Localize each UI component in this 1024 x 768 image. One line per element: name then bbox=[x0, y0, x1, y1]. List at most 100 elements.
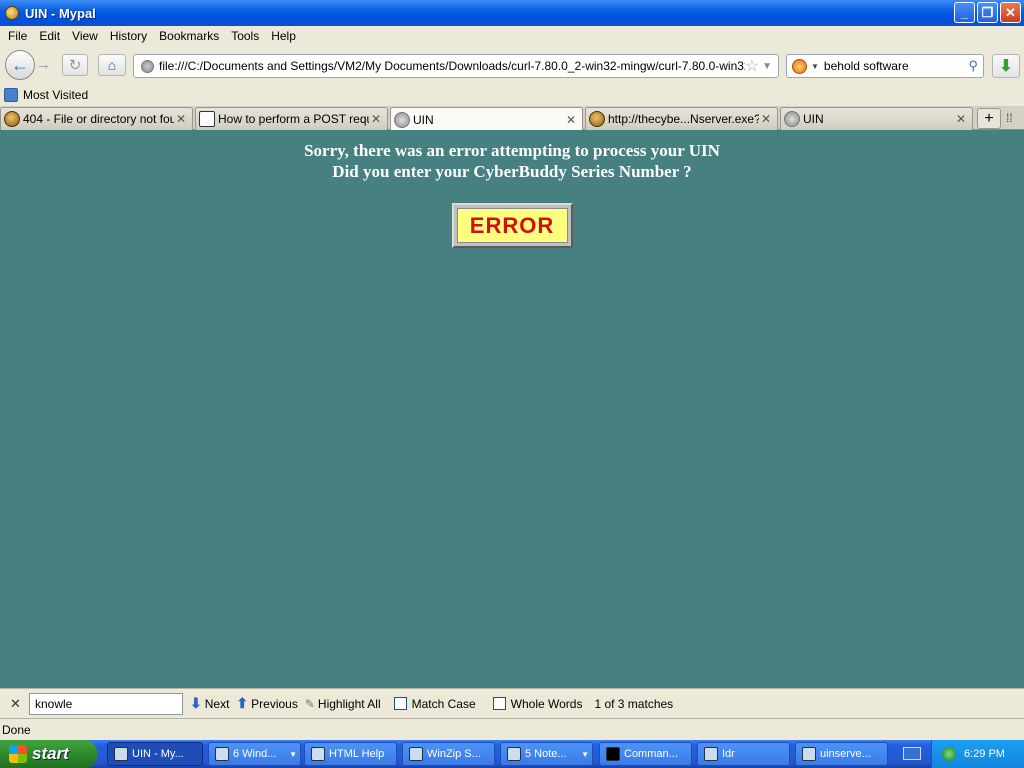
highlight-all-label: Highlight All bbox=[317, 696, 381, 711]
menu-tools[interactable]: Tools bbox=[225, 29, 265, 43]
tab-cyberbuddy-server[interactable]: http://thecybe...Nserver.exe?B ✕ bbox=[585, 107, 778, 130]
forward-button[interactable]: → bbox=[36, 56, 51, 73]
title-bar: UIN - Mypal _ ❐ ✕ bbox=[0, 0, 1024, 26]
task-label: Idr bbox=[722, 748, 735, 760]
task-label: Comman... bbox=[624, 748, 678, 760]
url-text[interactable]: file:///C:/Documents and Settings/VM2/My… bbox=[159, 59, 745, 73]
home-icon: ⌂ bbox=[107, 57, 117, 73]
find-next-button[interactable]: ⬇ Next bbox=[190, 695, 229, 712]
tab-close-icon[interactable]: ✕ bbox=[564, 113, 578, 127]
taskbar-item-windows[interactable]: 6 Wind... ▼ bbox=[208, 742, 301, 766]
reload-button[interactable]: ↻ bbox=[62, 54, 88, 76]
menu-file[interactable]: File bbox=[2, 29, 33, 43]
idr-icon bbox=[704, 747, 718, 761]
tab-label: How to perform a POST requ... bbox=[218, 112, 369, 126]
downloads-button[interactable]: ⬇ bbox=[992, 54, 1020, 78]
bookmark-star-icon[interactable]: ☆ bbox=[745, 56, 759, 76]
search-engine-icon[interactable] bbox=[792, 58, 807, 74]
folder-icon bbox=[215, 747, 229, 761]
taskbar-item-notepad[interactable]: 5 Note... ▼ bbox=[500, 742, 593, 766]
taskbar-item-uinserver[interactable]: uinserve... bbox=[795, 742, 888, 766]
status-text: Done bbox=[2, 722, 31, 737]
most-visited-icon bbox=[4, 88, 18, 102]
task-label: 5 Note... bbox=[525, 748, 567, 760]
search-input[interactable]: behold software bbox=[824, 59, 969, 73]
taskbar: start UIN - My... 6 Wind... ▼ HTML Help W… bbox=[0, 740, 1024, 768]
match-case-label: Match Case bbox=[411, 696, 476, 711]
search-bar[interactable]: ▼ behold software ⚲ bbox=[786, 54, 984, 78]
tab-close-icon[interactable]: ✕ bbox=[759, 112, 773, 126]
winzip-icon bbox=[409, 747, 423, 761]
navigation-toolbar: ← → ↻ ⌂ file:///C:/Documents and Setting… bbox=[0, 46, 1024, 84]
globe-favicon-icon bbox=[784, 111, 800, 127]
mypal-icon bbox=[114, 747, 128, 761]
tab-close-icon[interactable]: ✕ bbox=[369, 112, 383, 126]
taskbar-item-html-help[interactable]: HTML Help bbox=[304, 742, 397, 766]
close-button[interactable]: ✕ bbox=[1000, 2, 1021, 23]
system-tray: 6:29 PM bbox=[931, 740, 1024, 768]
menu-bookmarks[interactable]: Bookmarks bbox=[153, 29, 225, 43]
whole-words-option[interactable]: Whole Words bbox=[483, 697, 582, 711]
home-button[interactable]: ⌂ bbox=[98, 54, 126, 76]
whole-words-checkbox[interactable] bbox=[492, 697, 506, 710]
task-label: 6 Wind... bbox=[233, 748, 277, 760]
tab-post-request[interactable]: How to perform a POST requ... ✕ bbox=[195, 107, 388, 130]
taskbar-item-winzip[interactable]: WinZip S... bbox=[402, 742, 495, 766]
find-previous-button[interactable]: ⬆ Previous bbox=[236, 695, 297, 712]
search-icon[interactable]: ⚲ bbox=[968, 58, 978, 74]
error-line-1: Sorry, there was an error attempting to … bbox=[304, 141, 720, 160]
url-dropdown-icon[interactable]: ▼ bbox=[762, 61, 772, 72]
taskbar-item-command[interactable]: Comman... bbox=[599, 742, 692, 766]
task-label: HTML Help bbox=[329, 748, 385, 760]
menu-history[interactable]: History bbox=[104, 29, 153, 43]
new-tab-button[interactable]: + bbox=[977, 108, 1001, 129]
error-message: Sorry, there was an error attempting to … bbox=[0, 140, 1024, 182]
task-label: uinserve... bbox=[820, 748, 871, 760]
highlight-all-button[interactable]: ✎ Highlight All bbox=[305, 697, 381, 711]
menu-edit[interactable]: Edit bbox=[33, 29, 66, 43]
highlighter-icon: ✎ bbox=[304, 696, 315, 711]
match-case-checkbox[interactable] bbox=[393, 697, 407, 710]
windows-logo-icon bbox=[9, 745, 27, 763]
start-label: start bbox=[32, 744, 69, 763]
url-bar[interactable]: file:///C:/Documents and Settings/VM2/My… bbox=[133, 54, 779, 78]
back-button[interactable]: ← bbox=[5, 50, 35, 80]
task-label: UIN - My... bbox=[132, 748, 184, 760]
taskbar-item-idr[interactable]: Idr bbox=[697, 742, 790, 766]
arrow-up-icon: ⬆ bbox=[236, 695, 249, 711]
clock[interactable]: 6:29 PM bbox=[964, 748, 1005, 760]
error-button[interactable]: ERROR bbox=[451, 203, 573, 248]
find-previous-label: Previous bbox=[251, 696, 298, 711]
match-case-option[interactable]: Match Case bbox=[388, 697, 476, 711]
find-result-count: 1 of 3 matches bbox=[594, 696, 674, 711]
tab-close-icon[interactable]: ✕ bbox=[954, 112, 968, 126]
start-button[interactable]: start bbox=[0, 740, 97, 768]
find-bar: ✕ knowle ⬇ Next ⬆ Previous ✎ Highlight A… bbox=[0, 688, 1024, 718]
tab-uin[interactable]: UIN ✕ bbox=[780, 107, 973, 130]
error-line-2: Did you enter your CyberBuddy Series Num… bbox=[332, 162, 692, 181]
network-icon[interactable] bbox=[942, 747, 956, 761]
find-close-icon[interactable]: ✕ bbox=[10, 696, 26, 712]
chevron-down-icon: ▼ bbox=[289, 749, 297, 759]
taskbar-item-mypal[interactable]: UIN - My... bbox=[107, 742, 203, 766]
mypal-app-icon[interactable] bbox=[5, 6, 19, 20]
most-visited-folder[interactable]: Most Visited bbox=[23, 88, 88, 102]
error-button-label: ERROR bbox=[456, 208, 568, 243]
tab-list-icon[interactable]: ⁞⁞ bbox=[1006, 111, 1013, 125]
globe-favicon-icon bbox=[394, 111, 410, 128]
find-input[interactable]: knowle bbox=[29, 692, 183, 715]
notepad-icon bbox=[507, 747, 521, 761]
maximize-button[interactable]: ❐ bbox=[977, 2, 998, 23]
tab-uin-active[interactable]: UIN ✕ bbox=[390, 107, 583, 131]
tab-close-icon[interactable]: ✕ bbox=[174, 112, 188, 126]
site-globe-icon[interactable] bbox=[141, 59, 154, 73]
tab-label: UIN bbox=[413, 112, 434, 127]
menu-view[interactable]: View bbox=[66, 29, 104, 43]
status-bar: Done bbox=[0, 718, 1024, 740]
keyboard-icon[interactable] bbox=[903, 747, 921, 760]
reload-icon: ↻ bbox=[68, 57, 82, 74]
chevron-down-icon[interactable]: ▼ bbox=[811, 62, 819, 71]
tab-404[interactable]: 404 - File or directory not fou... ✕ bbox=[0, 107, 193, 130]
minimize-button[interactable]: _ bbox=[954, 2, 975, 23]
menu-help[interactable]: Help bbox=[265, 29, 302, 43]
